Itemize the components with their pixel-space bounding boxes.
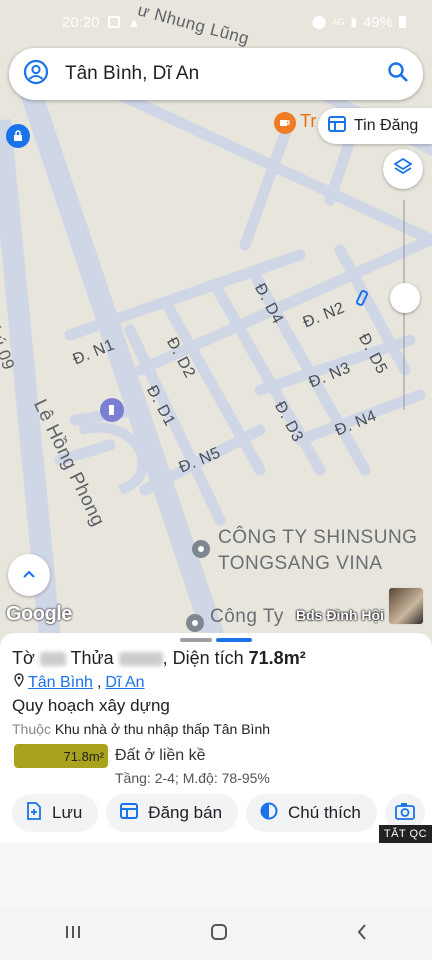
legend-button[interactable]: Chú thích <box>246 794 377 832</box>
post-for-sale-button[interactable]: Đăng bán <box>106 794 239 832</box>
parcel-area: 71.8m² <box>248 648 306 668</box>
parcel-title: Tờ Thửa , Diện tích 71.8m² <box>12 648 306 668</box>
listing-icon <box>120 802 139 824</box>
gas-station-icon[interactable] <box>100 398 124 422</box>
company-label[interactable]: CÔNG TY SHINSUNG <box>218 527 417 549</box>
tin-dang-button[interactable]: Tin Đăng <box>318 108 432 144</box>
system-nav-bar <box>0 908 432 960</box>
back-icon[interactable] <box>356 923 368 946</box>
lock-pin-icon[interactable] <box>6 124 30 148</box>
layers-button[interactable] <box>383 149 423 189</box>
company-pin-icon[interactable] <box>186 614 204 632</box>
camera-icon <box>394 802 415 825</box>
avatar[interactable] <box>388 587 424 625</box>
company-label[interactable]: TONGSANG VINA <box>218 553 383 575</box>
location-pin-icon <box>14 673 24 692</box>
company-label[interactable]: Công Ty <box>210 606 284 628</box>
google-logo: Google <box>6 603 72 625</box>
cafe-icon[interactable] <box>274 112 296 134</box>
legend-icon <box>260 802 278 825</box>
recent-apps-icon[interactable] <box>64 924 82 945</box>
poi-label[interactable]: Tr <box>300 111 316 132</box>
section-title: Quy hoạch xây dựng <box>12 696 170 715</box>
location-link-ward[interactable]: Tân Bình <box>28 674 93 692</box>
location-icon: ⬤ <box>311 14 327 29</box>
warning-icon: ▲ <box>127 14 141 30</box>
expand-up-button[interactable] <box>8 554 50 596</box>
search-icon[interactable] <box>387 61 409 88</box>
sheet-handle-active[interactable] <box>216 638 252 642</box>
parcel-location: Tân Bình, Dĩ An <box>14 673 145 692</box>
clock: 20:20 <box>62 13 100 31</box>
hide-ads-button[interactable]: TẮT QC <box>379 825 432 843</box>
zone-type: Đất ở liền kề <box>115 747 206 764</box>
network-type: 4G <box>332 17 345 27</box>
layers-icon <box>393 157 413 182</box>
location-link-city[interactable]: Dĩ An <box>105 674 144 692</box>
user-name: Bds Đình Hội <box>296 607 384 623</box>
search-bar[interactable]: Tân Bình, Dĩ An <box>9 48 423 100</box>
zone-details: Tầng: 2-4; M.độ: 78-95% <box>115 770 270 786</box>
sheet-handle[interactable] <box>180 638 212 642</box>
ad-area <box>0 843 432 908</box>
signal-icon: ▮ <box>350 15 357 29</box>
zone-area-bar: 71.8m² <box>14 744 108 768</box>
notification-icon <box>107 16 120 28</box>
battery-icon <box>399 16 406 28</box>
bookmark-add-icon <box>26 801 42 825</box>
account-icon[interactable] <box>23 59 49 90</box>
company-pin-icon[interactable] <box>192 540 210 558</box>
chevron-up-icon <box>22 566 36 584</box>
save-button[interactable]: Lưu <box>12 794 99 832</box>
status-bar: 20:20 ▲ ⬤ 4G ▮ 49% <box>0 0 432 44</box>
search-input[interactable]: Tân Bình, Dĩ An <box>49 63 387 85</box>
battery-percent: 49% <box>362 13 393 31</box>
parcel-info-sheet: Tờ Thửa , Diện tích 71.8m² Tân Bình, Dĩ … <box>0 633 432 843</box>
opacity-slider-thumb[interactable] <box>390 283 420 313</box>
action-row: Lưu Đăng bán Chú thích <box>12 794 425 832</box>
listing-icon <box>328 115 346 137</box>
home-icon[interactable] <box>210 923 228 946</box>
tin-dang-label: Tin Đăng <box>354 117 419 134</box>
belongs-to: Thuộc Khu nhà ở thu nhập thấp Tân Bình <box>12 721 271 737</box>
